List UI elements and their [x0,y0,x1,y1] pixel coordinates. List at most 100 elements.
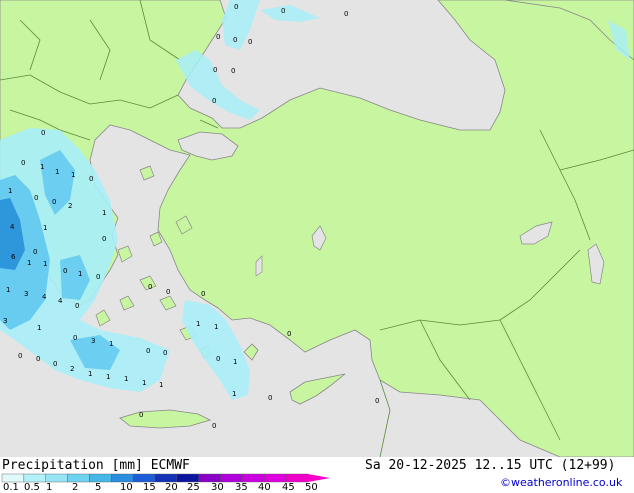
point-value: 1 [233,358,237,366]
colorbar-label: 1 [46,482,53,493]
point-value: 1 [37,324,41,332]
title-text: Precipitation [mm] [2,458,143,473]
point-value: 0 [344,10,348,18]
point-value: 1 [6,286,10,294]
point-value: 1 [43,224,47,232]
point-value: 1 [159,381,163,389]
colorbar-label: 35 [235,482,248,493]
colorbar-swatch [111,473,134,483]
point-value: 0 [102,235,106,243]
point-value: 1 [124,375,128,383]
colorbar-label: 2 [72,482,79,493]
point-value: 1 [142,379,146,387]
colorbar-label: 0.5 [24,482,40,493]
colorbar-swatch [285,473,309,483]
point-value: 6 [11,253,16,261]
point-value: 2 [68,202,72,210]
model-text: ECMWF [150,458,190,473]
point-value: 1 [232,390,236,398]
colorbar-label: 5 [95,482,102,493]
point-value: 0 [18,352,22,360]
colorbar-label: 45 [282,482,295,493]
point-value: 0 [52,198,56,206]
point-value: 0 [89,175,93,183]
colorbar-label: 10 [120,482,133,493]
colorbar-label: 30 [211,482,224,493]
point-value: 4 [10,223,15,231]
point-value: 1 [214,323,218,331]
point-value: 1 [27,259,31,267]
colorbar-swatch [45,473,68,483]
point-value: 1 [88,370,92,378]
point-value: 1 [71,171,75,179]
point-value: 1 [196,320,200,328]
point-value: 0 [63,267,67,275]
point-value: 0 [212,97,216,105]
point-value: 1 [40,163,44,171]
point-value: 1 [102,209,106,217]
colorbar-swatch [220,473,243,483]
valid-time: Sa 20-12-2025 12..15 UTC (12+99) [365,458,616,473]
colorbar-label: 0.1 [3,482,19,493]
point-value: 4 [42,293,47,301]
colorbar-swatch [198,473,221,483]
colorbar-swatch [1,473,25,483]
point-value: 0 [231,67,235,75]
colorbar-swatch [89,473,112,483]
colorbar-swatch [23,473,46,483]
colorbar-swatch [132,473,156,483]
point-value: 4 [58,297,63,305]
point-value: 0 [234,3,238,11]
point-value: 0 [36,355,40,363]
point-value: 0 [73,334,77,342]
point-value: 0 [21,159,25,167]
precipitation-map: 0 0 0 0 0 0 0 0 0 0 1 0 1 1 0 1 0 0 2 1 4 1 0 0 6 1 1 0 1 0 1 3 4 4 0 0 0 0 3 1… [0,0,634,457]
point-value: 3 [3,317,7,325]
point-value: 0 [233,36,237,44]
point-value: 0 [212,422,216,430]
title-label: Precipitation [mm] ECMWF [2,458,190,473]
point-value: 0 [287,330,291,338]
point-value: 0 [96,273,100,281]
point-value: 0 [375,397,379,405]
point-value: 0 [216,355,220,363]
point-value: 0 [166,288,170,296]
point-value: 0 [163,349,167,357]
point-value: 2 [70,365,74,373]
colorbar-label: 20 [165,482,178,493]
colorbar-label: 25 [187,482,200,493]
colorbar-swatches [1,473,309,483]
colorbar-swatch [264,473,287,483]
point-value: 1 [8,187,12,195]
colorbar-swatch [176,473,199,483]
point-value: 0 [33,248,37,256]
colorbar-arrow [308,474,330,482]
point-value: 0 [34,194,38,202]
point-value: 1 [106,373,110,381]
point-value: 3 [24,290,28,298]
credit-link[interactable]: ©weatheronline.co.uk [500,476,622,489]
point-value: 0 [139,411,143,419]
point-value: 0 [53,360,57,368]
point-value: 0 [201,290,205,298]
point-value: 1 [109,340,113,348]
point-value: 0 [148,283,152,291]
point-value: 0 [268,394,272,402]
point-value: 0 [281,7,285,15]
colorbar-swatch [242,473,265,483]
point-value: 1 [55,168,59,176]
point-value: 1 [43,260,47,268]
colorbar-swatch [154,473,178,483]
point-value: 0 [41,129,45,137]
point-value: 0 [146,347,150,355]
point-value: 0 [248,38,252,46]
point-value: 0 [213,66,217,74]
colorbar-label: 40 [258,482,271,493]
colorbar-label: 15 [143,482,156,493]
point-value: 3 [91,337,95,345]
colorbar-swatch [67,473,90,483]
point-value: 0 [75,302,79,310]
point-value: 0 [216,33,220,41]
colorbar-label: 50 [305,482,318,493]
point-value: 1 [78,270,82,278]
